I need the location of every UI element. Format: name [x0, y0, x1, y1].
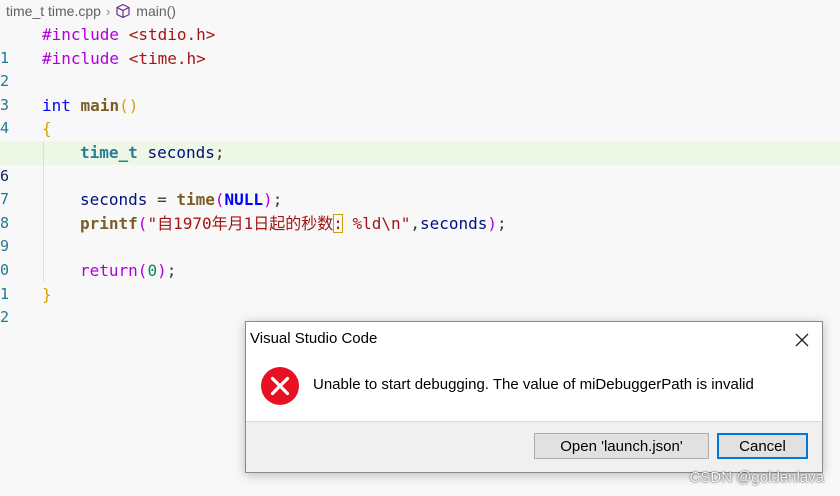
token: %ld\n": [342, 213, 411, 233]
token: ,: [410, 213, 420, 233]
token: }: [42, 284, 52, 304]
token-highlight: :: [333, 213, 343, 233]
error-dialog: Visual Studio Code Unable to start debug…: [245, 321, 823, 473]
error-icon: [260, 366, 300, 406]
code-line-current[interactable]: 6 time_t seconds;: [0, 140, 840, 185]
token: (: [137, 213, 148, 233]
token: ;: [214, 142, 225, 162]
token: ;: [272, 190, 283, 210]
code-editor[interactable]: 1 #include <stdio.h> 2 #include <time.h>…: [0, 23, 840, 327]
token: time: [176, 190, 215, 210]
token: =: [147, 190, 177, 210]
code-line[interactable]: 2 #include <time.h>: [0, 47, 840, 91]
token: int: [42, 95, 71, 115]
cancel-button[interactable]: Cancel: [717, 433, 808, 459]
line-number: 2: [0, 308, 10, 327]
token: seconds: [147, 142, 215, 162]
code-line[interactable]: 7: [0, 165, 840, 208]
code-line[interactable]: 0: [0, 235, 840, 279]
token: 0: [147, 260, 158, 280]
token: return: [80, 260, 138, 280]
token: #include: [42, 48, 120, 68]
token: seconds: [80, 190, 148, 210]
code-line[interactable]: 1 return(0);: [0, 259, 840, 303]
code-line[interactable]: 2 }: [0, 283, 840, 327]
token: <time.h>: [128, 48, 206, 68]
token: (: [137, 260, 148, 280]
token: ;: [497, 213, 507, 233]
breadcrumb-file[interactable]: time_t time.cpp: [6, 3, 101, 19]
token: (: [214, 190, 225, 210]
token: time_t: [80, 142, 138, 162]
token: ): [157, 260, 167, 280]
token: "自1970年月1日起的秒数: [147, 213, 334, 233]
dialog-footer: Open 'launch.json' Cancel: [246, 421, 822, 472]
token: main: [80, 95, 120, 115]
token: #include: [42, 25, 120, 44]
watermark: CSDN @goldenlava: [689, 469, 824, 486]
breadcrumb-symbol[interactable]: main(): [136, 3, 176, 19]
token: ;: [166, 260, 177, 280]
token: {: [42, 119, 52, 139]
code-line[interactable]: 5 {: [0, 117, 840, 161]
cube-icon: [115, 3, 131, 19]
token: NULL: [224, 190, 264, 210]
open-launch-json-button[interactable]: Open 'launch.json': [534, 433, 709, 459]
breadcrumb: time_t time.cpp › main(): [6, 0, 176, 22]
indent-guide: [43, 142, 44, 282]
code-line[interactable]: 3: [0, 70, 840, 114]
token: printf: [80, 213, 138, 233]
token: seconds: [419, 213, 488, 233]
token: ): [263, 190, 273, 210]
code-line[interactable]: 9 printf("自1970年月1日起的秒数: %ld\n",seconds)…: [0, 212, 840, 255]
code-line[interactable]: 4 int main(): [0, 94, 840, 138]
token: <stdio.h>: [128, 25, 216, 44]
token: ): [487, 213, 498, 233]
code-line[interactable]: 1 #include <stdio.h>: [0, 23, 840, 67]
close-icon[interactable]: [792, 330, 812, 350]
dialog-message: Unable to start debugging. The value of …: [313, 376, 754, 393]
chevron-right-icon: ›: [105, 3, 111, 19]
dialog-title: Visual Studio Code: [250, 330, 378, 347]
code-line[interactable]: 8 seconds = time(NULL);: [0, 188, 840, 232]
token: (): [119, 95, 139, 115]
